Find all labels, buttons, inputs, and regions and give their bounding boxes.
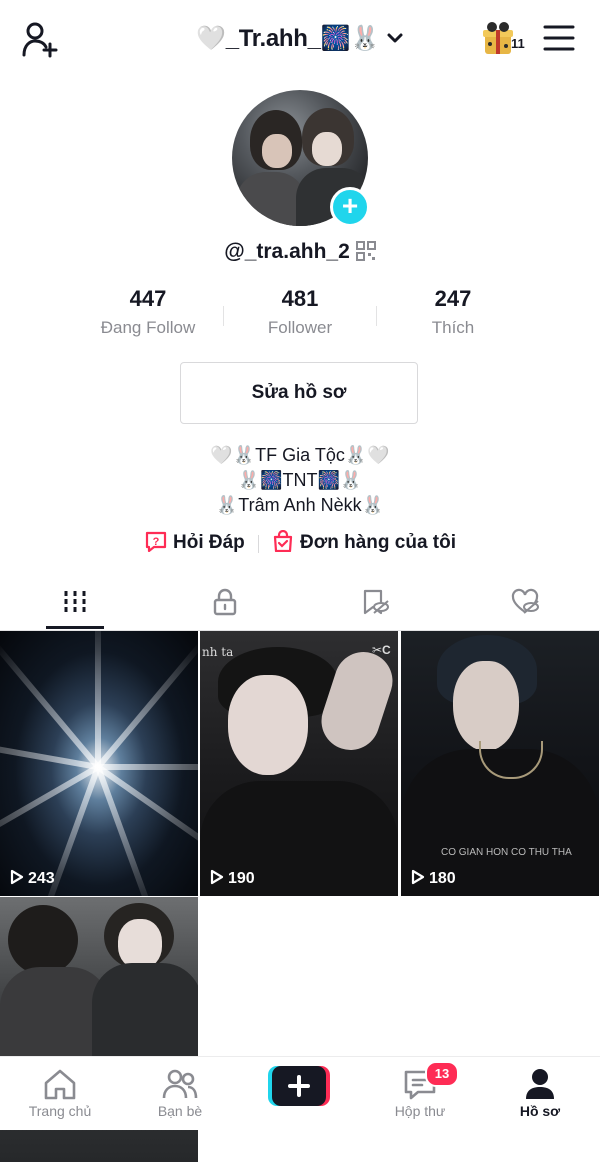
play-icon bbox=[10, 869, 24, 885]
profile-handle-row: @_tra.ahh_2 bbox=[0, 240, 600, 267]
grid-icon bbox=[64, 591, 86, 613]
stat-followers-label: Follower bbox=[267, 318, 333, 337]
video-view-count: 180 bbox=[411, 869, 456, 888]
video-caption: CO GIAN HON CO THU THA bbox=[441, 847, 572, 858]
video-thumbnail[interactable]: CO GIAN HON CO THU THA 180 bbox=[401, 631, 599, 896]
capcut-watermark: ✂C bbox=[372, 643, 391, 657]
create-button[interactable] bbox=[268, 1066, 330, 1106]
qa-link[interactable]: ? Hỏi Đáp bbox=[145, 530, 245, 558]
shopping-bag-icon bbox=[273, 529, 293, 553]
stat-divider bbox=[376, 306, 377, 326]
video-view-count: 190 bbox=[210, 869, 255, 888]
video-views: 243 bbox=[28, 870, 55, 887]
video-caption: nh ta bbox=[202, 645, 234, 659]
hidden-heart-icon bbox=[511, 588, 539, 614]
nav-friends[interactable]: Bạn bè bbox=[120, 1057, 240, 1130]
question-icon: ? bbox=[145, 531, 167, 553]
orders-label: Đơn hàng của tôi bbox=[300, 532, 457, 553]
chevron-down-icon bbox=[386, 26, 404, 54]
active-tab-indicator bbox=[46, 626, 104, 629]
qr-code-icon[interactable] bbox=[355, 241, 376, 267]
link-divider bbox=[258, 535, 259, 553]
stat-followers[interactable]: 481 Follower bbox=[225, 286, 375, 338]
inbox-badge: 13 bbox=[425, 1061, 459, 1087]
play-icon bbox=[411, 869, 425, 885]
video-thumbnail[interactable]: 243 bbox=[0, 631, 198, 896]
bio-line: 🤍🐰TF Gia Tộc🐰🤍 bbox=[210, 445, 390, 465]
profile-tabs bbox=[0, 580, 600, 631]
stat-following-count: 447 bbox=[129, 286, 167, 311]
orders-link[interactable]: Đơn hàng của tôi bbox=[272, 529, 457, 558]
hidden-bookmark-icon bbox=[363, 589, 389, 615]
nav-friends-label: Bạn bè bbox=[157, 1103, 203, 1119]
top-bar: 🤍_Tr.ahh_🎆🐰 11 bbox=[0, 0, 600, 80]
stat-following[interactable]: 447 Đang Follow bbox=[73, 286, 223, 338]
stat-likes-label: Thích bbox=[431, 318, 475, 337]
svg-text:?: ? bbox=[153, 536, 160, 548]
edit-profile-button[interactable]: Sửa hồ sơ bbox=[180, 362, 418, 424]
gift-icon bbox=[483, 22, 513, 54]
nav-inbox[interactable]: Hộp thư bbox=[360, 1057, 480, 1130]
profile-links: ? Hỏi Đáp Đơn hàng của tôi bbox=[0, 529, 600, 558]
tab-videos[interactable] bbox=[0, 580, 150, 630]
play-icon bbox=[210, 869, 224, 885]
nav-home-label: Trang chủ bbox=[28, 1103, 92, 1119]
tab-liked[interactable] bbox=[450, 580, 600, 630]
tab-private[interactable] bbox=[150, 580, 300, 630]
menu-button[interactable] bbox=[543, 24, 575, 54]
nav-inbox-label: Hộp thư bbox=[394, 1103, 446, 1119]
plus-icon: + bbox=[341, 190, 359, 221]
profile-handle: @_tra.ahh_2 bbox=[224, 240, 350, 263]
account-username: 🤍_Tr.ahh_🎆🐰 bbox=[196, 25, 380, 52]
stat-divider bbox=[223, 306, 224, 326]
stat-likes[interactable]: 247 Thích bbox=[378, 286, 528, 338]
stat-likes-count: 247 bbox=[434, 286, 472, 311]
bio-line: 🐰Trâm Anh Nèkk🐰 bbox=[215, 495, 385, 515]
bio-line: 🐰🎆TNT🎆🐰 bbox=[237, 470, 363, 490]
friends-icon bbox=[162, 1069, 198, 1099]
video-views: 190 bbox=[228, 870, 255, 887]
qa-label: Hỏi Đáp bbox=[173, 532, 245, 553]
home-icon bbox=[44, 1069, 76, 1100]
video-views: 180 bbox=[429, 870, 456, 887]
lock-icon bbox=[213, 588, 237, 616]
gift-count: 11 bbox=[511, 36, 525, 51]
profile-icon bbox=[526, 1069, 554, 1099]
stat-followers-count: 481 bbox=[281, 286, 319, 311]
video-view-count: 243 bbox=[10, 869, 55, 888]
hamburger-icon bbox=[543, 25, 575, 51]
nav-profile[interactable]: Hồ sơ bbox=[480, 1057, 600, 1130]
nav-profile-label: Hồ sơ bbox=[519, 1103, 561, 1119]
tab-saved[interactable] bbox=[300, 580, 450, 630]
plus-icon bbox=[268, 1066, 330, 1106]
add-story-button[interactable]: + bbox=[330, 187, 370, 227]
video-thumbnail[interactable]: nh ta ✂C 190 bbox=[200, 631, 398, 896]
nav-home[interactable]: Trang chủ bbox=[0, 1057, 120, 1130]
stat-following-label: Đang Follow bbox=[100, 318, 196, 337]
